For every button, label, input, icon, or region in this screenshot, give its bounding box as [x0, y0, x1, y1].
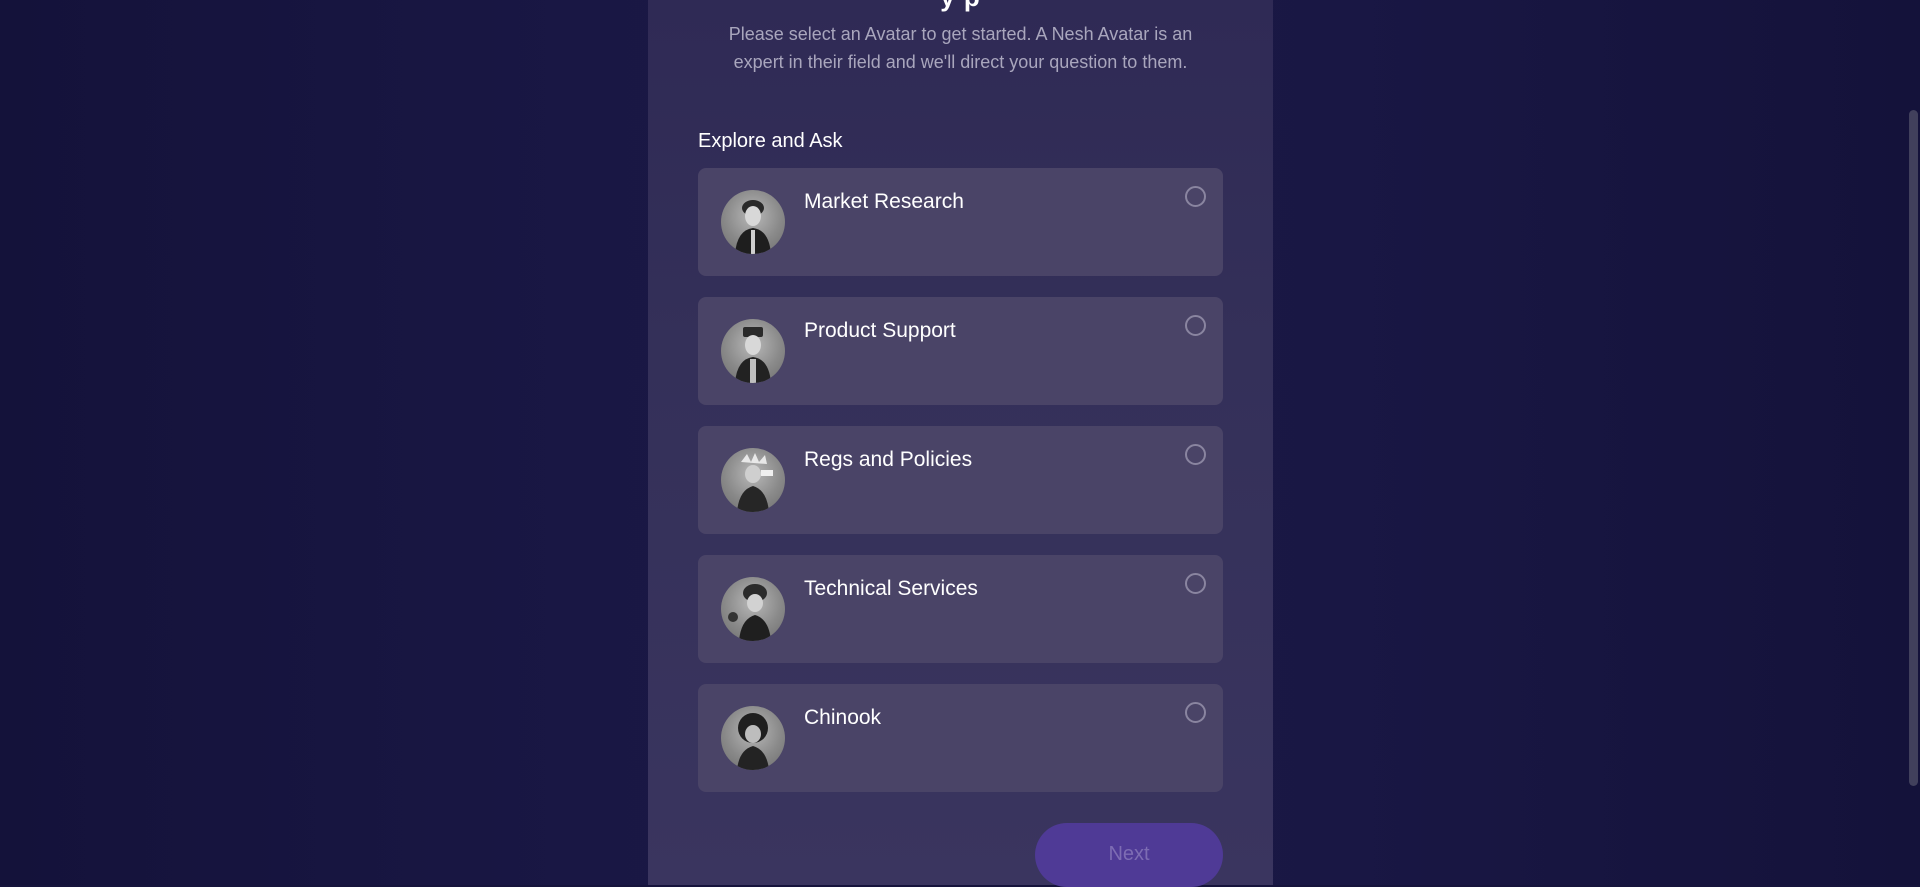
- person-avatar-icon: [721, 190, 785, 254]
- avatar-option-label: Product Support: [804, 319, 956, 342]
- avatar-option-label: Technical Services: [804, 577, 978, 600]
- person-avatar-icon: [721, 577, 785, 641]
- avatar-radio[interactable]: [1185, 573, 1206, 594]
- avatar-option-label: Chinook: [804, 706, 882, 729]
- page-scrollbar[interactable]: [1906, 0, 1920, 885]
- avatar-option-label: Market Research: [804, 190, 964, 213]
- person-avatar-icon: [721, 706, 785, 770]
- person-avatar-icon: [721, 448, 785, 512]
- next-button[interactable]: Next: [1035, 823, 1223, 887]
- avatar-radio[interactable]: [1185, 444, 1206, 465]
- section-title: Explore and Ask: [698, 130, 843, 152]
- intro-text: Please select an Avatar to get started. …: [728, 24, 1193, 72]
- avatar-option-label: Regs and Policies: [804, 448, 973, 471]
- avatar-radio[interactable]: [1185, 186, 1206, 207]
- avatar-option-chinook[interactable]: Chinook: [698, 684, 1223, 792]
- avatar-option-product-support[interactable]: Product Support: [698, 297, 1223, 405]
- avatar-radio[interactable]: [1185, 315, 1206, 336]
- person-avatar-icon: [721, 319, 785, 383]
- avatar-option-market-research[interactable]: Market Research: [698, 168, 1223, 276]
- avatar-option-technical-services[interactable]: Technical Services: [698, 555, 1223, 663]
- scrollbar-thumb[interactable]: [1909, 110, 1918, 786]
- page-title: y p: [648, 0, 1273, 13]
- avatar-option-regs-and-policies[interactable]: Regs and Policies: [698, 426, 1223, 534]
- avatar-select-panel: y p Please select an Avatar to get start…: [648, 0, 1273, 887]
- avatar-radio[interactable]: [1185, 702, 1206, 723]
